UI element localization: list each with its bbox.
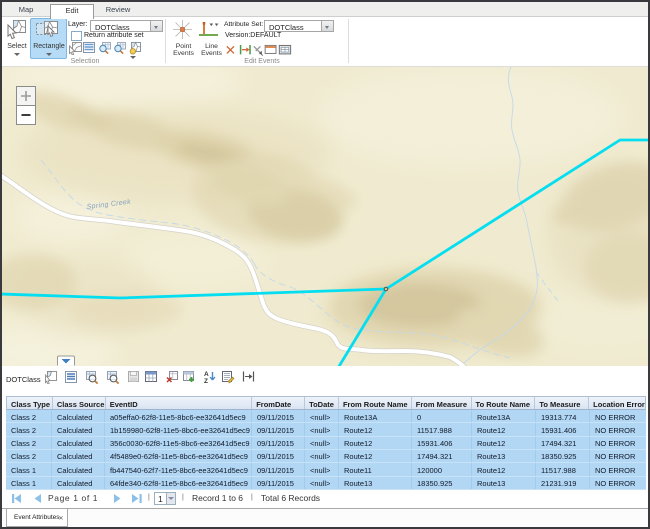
- svg-text:A: A: [204, 371, 209, 378]
- svg-text:Z: Z: [204, 378, 208, 384]
